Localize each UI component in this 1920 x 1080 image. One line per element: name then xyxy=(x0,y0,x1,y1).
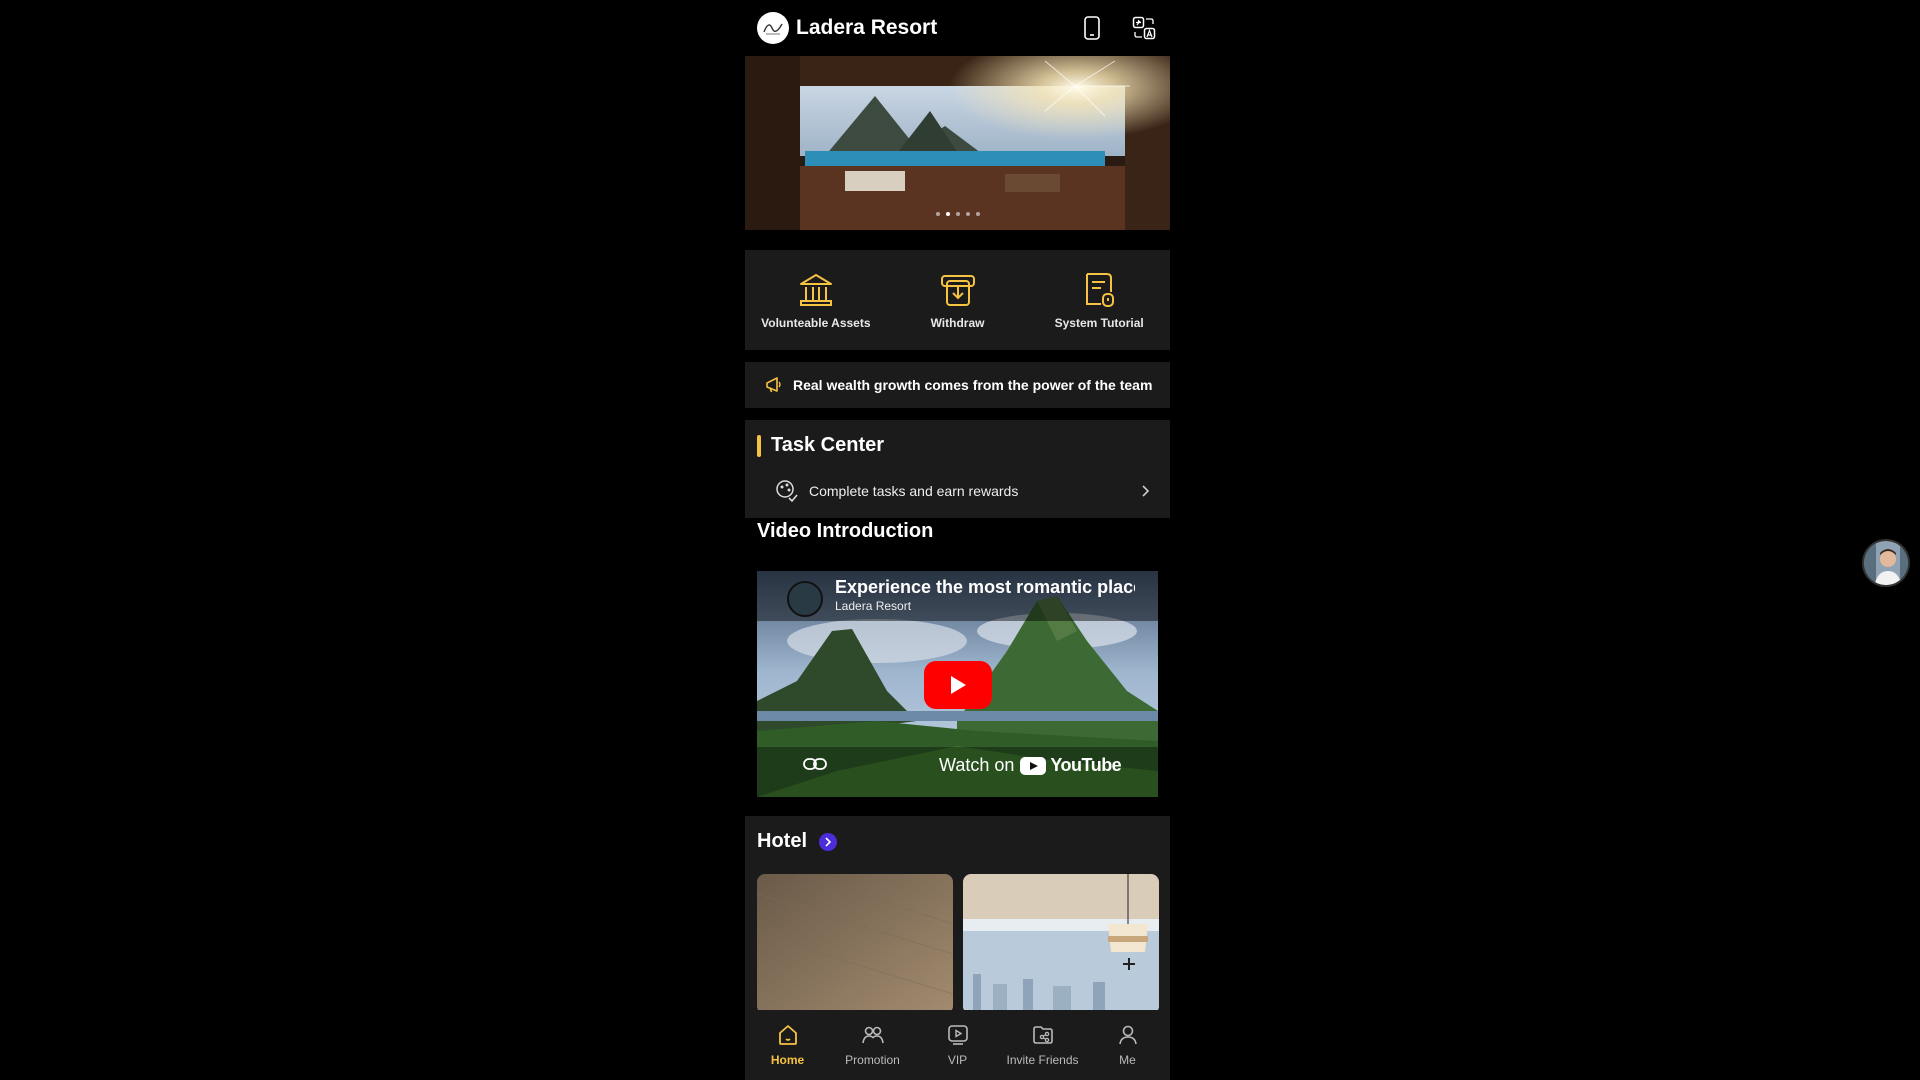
task-center-item[interactable]: Complete tasks and earn rewards xyxy=(775,476,1150,506)
youtube-logo: YouTube xyxy=(1020,755,1122,776)
phone-icon[interactable] xyxy=(1078,14,1106,42)
carousel-dot[interactable] xyxy=(975,212,980,216)
system-tutorial-label: System Tutorial xyxy=(1054,316,1144,330)
hotel-title: Hotel xyxy=(757,830,807,852)
video-title[interactable]: Experience the most romantic place xyxy=(835,577,1135,598)
nav-home-label: Home xyxy=(770,1053,805,1067)
nav-promotion-label: Promotion xyxy=(845,1053,900,1067)
play-button[interactable] xyxy=(924,661,992,709)
carousel-dot[interactable] xyxy=(955,212,960,216)
customer-service-avatar[interactable] xyxy=(1862,539,1910,587)
share-folder-icon xyxy=(1032,1026,1053,1044)
video-section-title: Video Introduction xyxy=(757,520,934,542)
section-accent-bar xyxy=(757,434,761,457)
people-icon xyxy=(861,1026,884,1044)
bottom-navigation: Home Promotion VIP Invite Friends Me xyxy=(745,1010,1170,1080)
hotel-card[interactable] xyxy=(757,874,953,1014)
home-icon xyxy=(778,1025,797,1045)
withdraw-button[interactable]: Withdraw xyxy=(887,250,1029,350)
withdraw-label: Withdraw xyxy=(930,316,985,330)
hotel-more-button[interactable] xyxy=(819,832,837,851)
hotel-card[interactable] xyxy=(963,874,1159,1014)
video-icon xyxy=(947,1025,968,1045)
app-title: Ladera Resort xyxy=(796,16,938,39)
tutorial-icon xyxy=(1086,273,1115,307)
volunteable-assets-button[interactable]: Volunteable Assets xyxy=(745,250,887,350)
chevron-right-icon xyxy=(825,836,832,847)
notice-text: Real wealth growth comes from the power … xyxy=(793,377,1153,393)
nav-promotion[interactable]: Promotion xyxy=(830,1010,915,1080)
channel-avatar[interactable] xyxy=(787,581,823,617)
hero-banner-carousel[interactable] xyxy=(745,56,1170,230)
nav-invite-friends[interactable]: Invite Friends xyxy=(1000,1010,1085,1080)
ladera-logo-icon[interactable] xyxy=(757,12,789,44)
play-icon xyxy=(951,676,966,694)
carousel-dot[interactable] xyxy=(935,212,940,216)
megaphone-icon xyxy=(766,377,781,393)
notice-bar[interactable]: Real wealth growth comes from the power … xyxy=(745,362,1170,408)
nav-me[interactable]: Me xyxy=(1085,1010,1170,1080)
chevron-right-icon xyxy=(1142,485,1150,497)
task-center-item-text: Complete tasks and earn rewards xyxy=(809,483,1019,499)
youtube-video-embed[interactable]: Experience the most romantic place Lader… xyxy=(757,571,1158,797)
youtube-icon xyxy=(1020,756,1047,775)
nav-vip[interactable]: VIP xyxy=(915,1010,1000,1080)
video-channel-name[interactable]: Ladera Resort xyxy=(835,599,911,613)
carousel-indicator xyxy=(745,212,1170,216)
mobile-app-frame: Ladera Resort Volunteable Assets Withdra… xyxy=(745,0,1170,1080)
link-icon[interactable] xyxy=(803,757,827,771)
task-center-title: Task Center xyxy=(771,434,885,456)
youtube-wordmark: YouTube xyxy=(1050,755,1122,775)
watch-on-youtube-link[interactable]: Watch on YouTube xyxy=(939,755,1122,776)
nav-invite-friends-label: Invite Friends xyxy=(1006,1053,1079,1067)
user-icon xyxy=(1118,1025,1137,1045)
withdraw-icon xyxy=(940,275,975,306)
system-tutorial-button[interactable]: System Tutorial xyxy=(1028,250,1170,350)
language-icon[interactable] xyxy=(1130,14,1158,42)
watch-on-label: Watch on xyxy=(939,755,1015,775)
carousel-dot-active[interactable] xyxy=(945,212,950,216)
nav-vip-label: VIP xyxy=(947,1053,968,1067)
tasks-reward-icon xyxy=(776,480,798,503)
bank-icon xyxy=(799,274,832,306)
task-center-panel: Task Center Complete tasks and earn rewa… xyxy=(745,420,1170,518)
nav-home[interactable]: Home xyxy=(745,1010,830,1080)
quick-actions-panel: Volunteable Assets Withdraw System Tutor… xyxy=(745,250,1170,350)
nav-me-label: Me xyxy=(1119,1053,1136,1067)
volunteable-assets-label: Volunteable Assets xyxy=(761,316,871,330)
carousel-dot[interactable] xyxy=(965,212,970,216)
app-header: Ladera Resort xyxy=(745,0,1170,56)
